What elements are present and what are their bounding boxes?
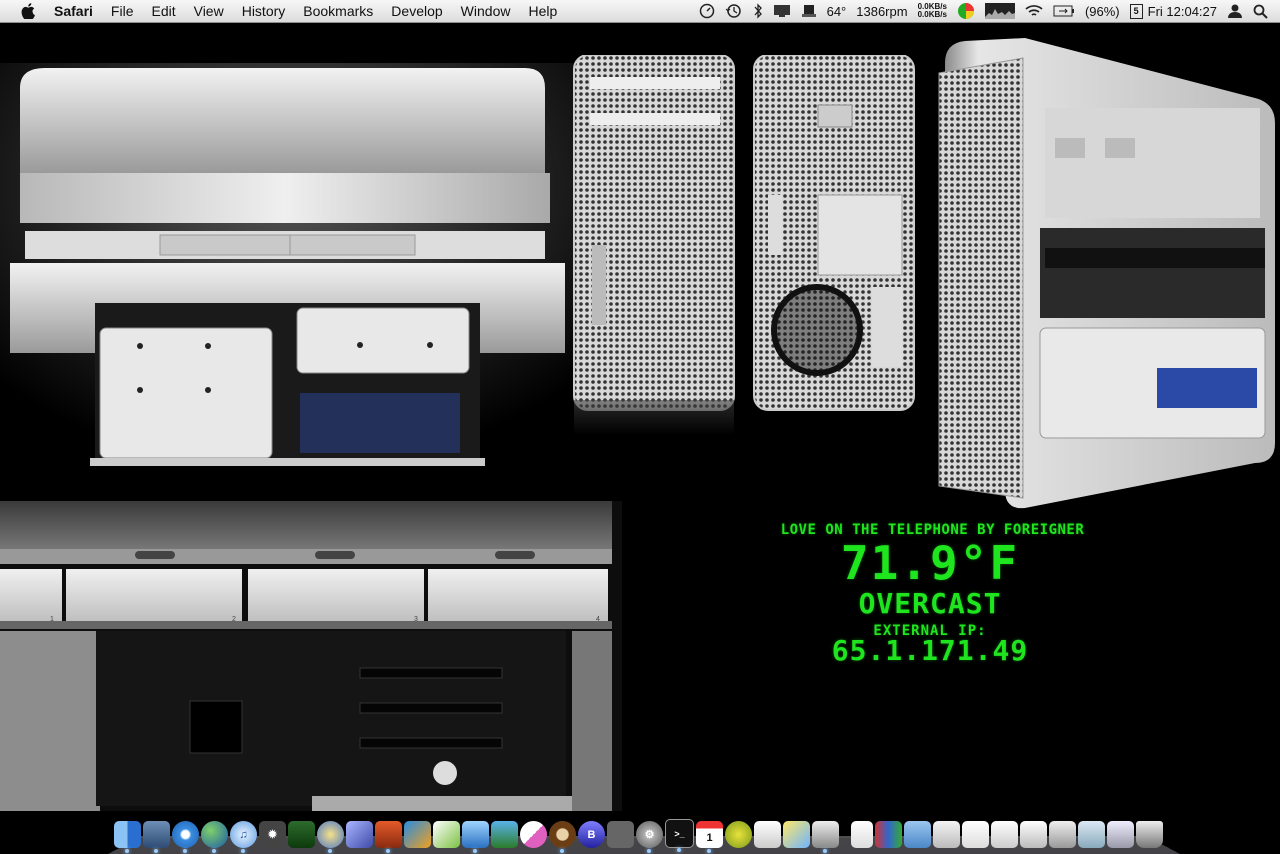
sticky-icon[interactable] — [783, 821, 810, 848]
menu-view[interactable]: View — [185, 3, 233, 19]
itunes-icon[interactable]: ♫ — [230, 821, 257, 853]
stack-icon[interactable] — [933, 821, 960, 848]
bay-number-4: 4 — [596, 616, 600, 623]
keynote-icon[interactable] — [375, 821, 402, 853]
net-down: 0.0KB/s — [917, 10, 947, 19]
clock[interactable]: Fri 12:04:27 — [1143, 4, 1222, 19]
spotlight-icon[interactable] — [1248, 4, 1280, 19]
doc-icon[interactable] — [962, 821, 989, 848]
wallpaper-open-chassis — [0, 63, 575, 468]
wallpaper-back-view — [752, 55, 917, 445]
gear-icon[interactable]: ⚙ — [636, 821, 663, 853]
vnc-server-icon[interactable] — [725, 821, 752, 848]
display-icon[interactable] — [768, 4, 796, 18]
mail-icon[interactable] — [143, 821, 170, 853]
printer-icon[interactable] — [812, 821, 839, 853]
status-menus: 64° 1386rpm 0.0KB/s 0.0KB/s (96%) 5 Fri … — [694, 0, 1280, 22]
weather-temperature: 71.9°F — [840, 536, 1020, 590]
preview-icon[interactable] — [491, 821, 518, 848]
window-icon[interactable] — [1078, 821, 1105, 848]
finder-icon[interactable] — [114, 821, 141, 853]
wallpaper-drive-bays: 1 2 3 4 — [0, 501, 622, 811]
time-machine-icon[interactable] — [720, 3, 748, 19]
bluetooth-icon[interactable] — [748, 3, 768, 19]
menu-develop[interactable]: Develop — [382, 3, 451, 19]
bay-number-1: 1 — [50, 616, 54, 623]
page-icon[interactable] — [1020, 821, 1047, 848]
menu-help[interactable]: Help — [519, 3, 566, 19]
netscape-icon[interactable] — [317, 821, 344, 853]
file-icon[interactable] — [991, 821, 1018, 848]
dock: ♫ ✹ B ⚙ >_ 1 — [108, 812, 1180, 854]
dock-icons: ♫ ✹ B ⚙ >_ 1 — [114, 819, 1163, 853]
coconut-icon[interactable] — [549, 821, 576, 853]
disk-icon[interactable] — [796, 4, 822, 18]
cpu-pie-icon[interactable] — [952, 2, 980, 20]
terminal-icon[interactable]: >_ — [665, 819, 694, 852]
battery-percent[interactable]: (96%) — [1080, 4, 1125, 19]
dashboard-icon[interactable] — [694, 3, 720, 19]
document-icon[interactable] — [851, 821, 873, 848]
ical-icon[interactable]: 1 — [696, 821, 723, 853]
user-icon[interactable] — [1222, 3, 1248, 19]
network-icon[interactable] — [462, 821, 489, 853]
bay-number-3: 3 — [414, 616, 418, 623]
calendar-day: 5 — [1129, 3, 1143, 19]
presentation-icon[interactable] — [404, 821, 431, 848]
desktop-wallpaper: 1 2 3 4 LOVE ON THE TELEPHONE BY FOREIGN… — [0, 23, 1280, 854]
pen-icon[interactable] — [433, 821, 460, 848]
system-prefs-icon[interactable]: ✹ — [259, 821, 286, 848]
image-icon[interactable] — [1049, 821, 1076, 848]
pill-icon[interactable] — [520, 821, 547, 848]
menu-bookmarks[interactable]: Bookmarks — [294, 3, 382, 19]
menu-file[interactable]: File — [102, 3, 143, 19]
menu-bar: Safari File Edit View History Bookmarks … — [0, 0, 1280, 23]
safari-icon[interactable] — [172, 821, 199, 853]
memory-icon[interactable] — [288, 821, 315, 848]
external-ip-value: 65.1.171.49 — [831, 634, 1029, 667]
apple-menu-icon[interactable] — [18, 3, 38, 19]
bay-number-2: 2 — [232, 616, 236, 623]
fan-speed[interactable]: 1386rpm — [851, 4, 912, 19]
wifi-icon[interactable] — [1020, 4, 1048, 18]
menu-window[interactable]: Window — [452, 3, 520, 19]
weather-condition: OVERCAST — [858, 587, 1002, 620]
xcode-icon[interactable] — [346, 821, 373, 848]
menu-safari[interactable]: Safari — [54, 3, 102, 19]
folder-icon[interactable] — [904, 821, 931, 848]
trash-icon[interactable] — [1136, 821, 1163, 848]
books-icon[interactable] — [875, 821, 902, 848]
script-icon[interactable] — [607, 821, 634, 848]
network-speed[interactable]: 0.0KB/s 0.0KB/s — [913, 3, 952, 19]
cpu-temp[interactable]: 64° — [822, 4, 852, 19]
textedit-icon[interactable] — [754, 821, 781, 848]
calendar-icon[interactable]: 5 — [1125, 3, 1143, 19]
menu-history[interactable]: History — [233, 3, 295, 19]
ical-day: 1 — [706, 831, 713, 844]
bbedit-icon[interactable]: B — [578, 821, 605, 848]
battery-icon[interactable] — [1048, 5, 1080, 17]
wallpaper-front-view — [572, 55, 737, 445]
activity-graph-icon[interactable] — [980, 3, 1020, 19]
wallpaper-side-view — [925, 38, 1280, 518]
menu-edit[interactable]: Edit — [142, 3, 184, 19]
globe-icon[interactable] — [201, 821, 228, 853]
window2-icon[interactable] — [1107, 821, 1134, 848]
